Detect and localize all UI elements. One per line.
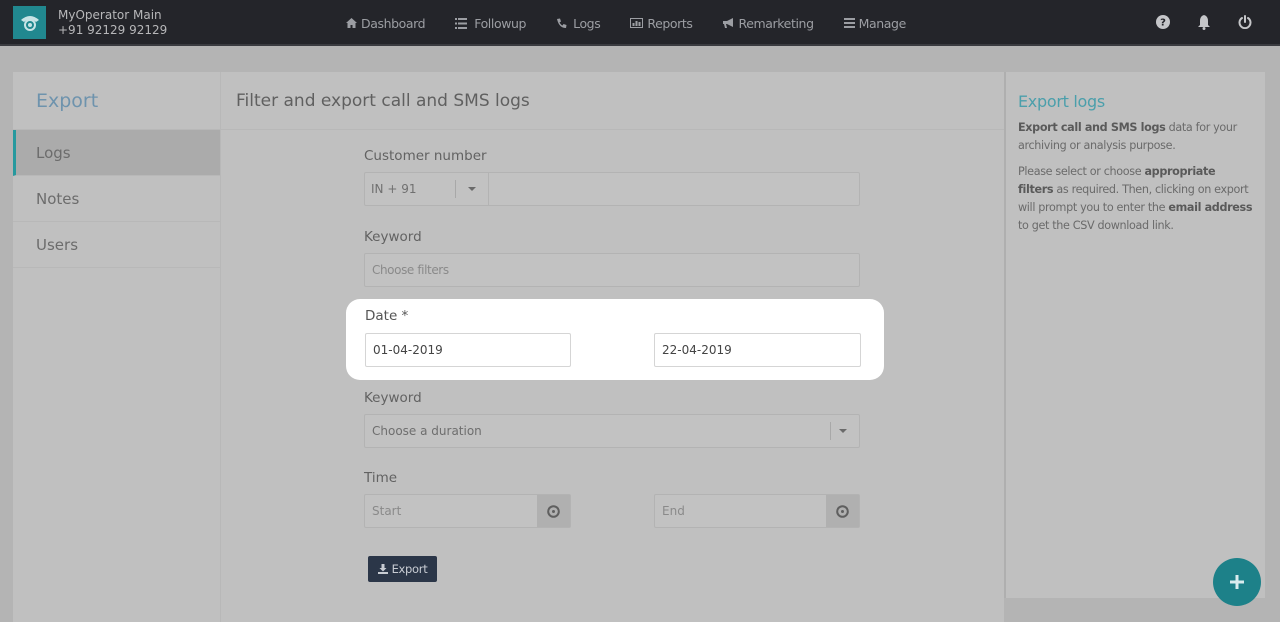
date-label: Date *: [365, 308, 409, 324]
brand-name: MyOperator Main: [58, 7, 162, 22]
country-code-select[interactable]: IN + 91: [365, 182, 455, 196]
add-fab-button[interactable]: [1213, 558, 1261, 606]
country-code-dropdown[interactable]: [456, 187, 488, 191]
download-icon: [377, 564, 388, 574]
nav-reports[interactable]: Reports: [630, 15, 693, 31]
date-to-input[interactable]: 22-04-2019: [654, 333, 861, 367]
sidebar-item-label: Users: [36, 235, 79, 254]
sidebar-item-users[interactable]: Users: [13, 222, 220, 268]
brand[interactable]: MyOperator Main +91 92129 92129: [13, 6, 167, 39]
duration-selected: Choose a duration: [372, 424, 482, 438]
export-button[interactable]: Export: [368, 556, 437, 582]
help-icon[interactable]: ?: [1154, 13, 1172, 31]
time-start-input[interactable]: Start: [364, 494, 571, 528]
nav-label: Logs: [573, 15, 601, 31]
nav-label: Reports: [647, 15, 693, 31]
keyword-filter-placeholder: Choose filters: [372, 263, 449, 277]
sidebar-item-logs[interactable]: Logs: [13, 130, 220, 176]
nav-label: Remarketing: [738, 15, 815, 31]
info-paragraph-2: Please select or choose appropriate filt…: [1018, 165, 1253, 232]
nav-label: Manage: [858, 15, 907, 31]
nav-label: Followup: [474, 15, 527, 31]
top-navbar: MyOperator Main +91 92129 92129 Dashboar…: [0, 0, 1280, 46]
power-icon[interactable]: [1236, 13, 1254, 31]
country-code-value: IN + 91: [371, 182, 417, 196]
nav-dashboard[interactable]: Dashboard: [346, 15, 426, 31]
sidebar: Export Logs Notes Users: [13, 72, 221, 622]
sidebar-title: Export: [13, 72, 220, 130]
keyword-label: Keyword: [364, 229, 422, 245]
keyword-filter-input[interactable]: Choose filters: [364, 253, 860, 287]
brand-phone: +91 92129 92129: [58, 22, 168, 37]
customer-number-input[interactable]: [489, 173, 859, 205]
time-end-input[interactable]: End: [654, 494, 860, 528]
svg-text:?: ?: [1160, 18, 1166, 29]
nav-followup[interactable]: Followup: [455, 16, 526, 31]
date-to-value: 22-04-2019: [662, 343, 732, 357]
time-end-placeholder: End: [662, 504, 685, 518]
info-paragraph-1: Export call and SMS logs data for your a…: [1018, 121, 1237, 152]
caret-down-icon: [468, 187, 476, 191]
telephone-logo-icon: [13, 6, 46, 39]
export-label: Export: [391, 562, 428, 576]
date-section: Date * 01-04-2019 22-04-2019: [346, 299, 884, 380]
phone-icon: [557, 18, 567, 28]
customer-number-field: IN + 91: [364, 172, 860, 206]
page-title: Filter and export call and SMS logs: [221, 72, 1004, 130]
menu-icon: [843, 18, 855, 28]
duration-label: Keyword: [364, 390, 422, 406]
sidebar-item-label: Logs: [36, 143, 71, 162]
sidebar-item-notes[interactable]: Notes: [13, 176, 220, 222]
duration-select[interactable]: Choose a duration: [364, 414, 860, 448]
time-label: Time: [364, 470, 398, 486]
info-panel: Export logs Export call and SMS logs dat…: [1004, 72, 1265, 598]
main-nav: Dashboard Followup Logs Reports Remarket…: [346, 0, 936, 46]
nav-remarketing[interactable]: Remarketing: [722, 15, 815, 31]
nav-label: Dashboard: [361, 15, 426, 31]
date-from-value: 01-04-2019: [373, 343, 443, 357]
time-start-placeholder: Start: [372, 504, 402, 518]
clock-icon[interactable]: [826, 495, 859, 527]
nav-logs[interactable]: Logs: [556, 15, 601, 31]
plus-icon: [1230, 575, 1244, 589]
date-from-input[interactable]: 01-04-2019: [365, 333, 571, 367]
bell-icon[interactable]: [1195, 13, 1213, 31]
home-icon: [346, 18, 357, 28]
info-title: Export logs: [1018, 92, 1105, 111]
customer-number-label: Customer number: [364, 148, 487, 164]
bullhorn-icon: [722, 17, 733, 28]
list-icon: [455, 17, 468, 29]
clock-icon[interactable]: [537, 495, 570, 527]
nav-manage[interactable]: Manage: [843, 15, 907, 31]
caret-down-icon: [839, 429, 847, 433]
sidebar-item-label: Notes: [36, 189, 80, 208]
chart-icon: [630, 18, 644, 28]
